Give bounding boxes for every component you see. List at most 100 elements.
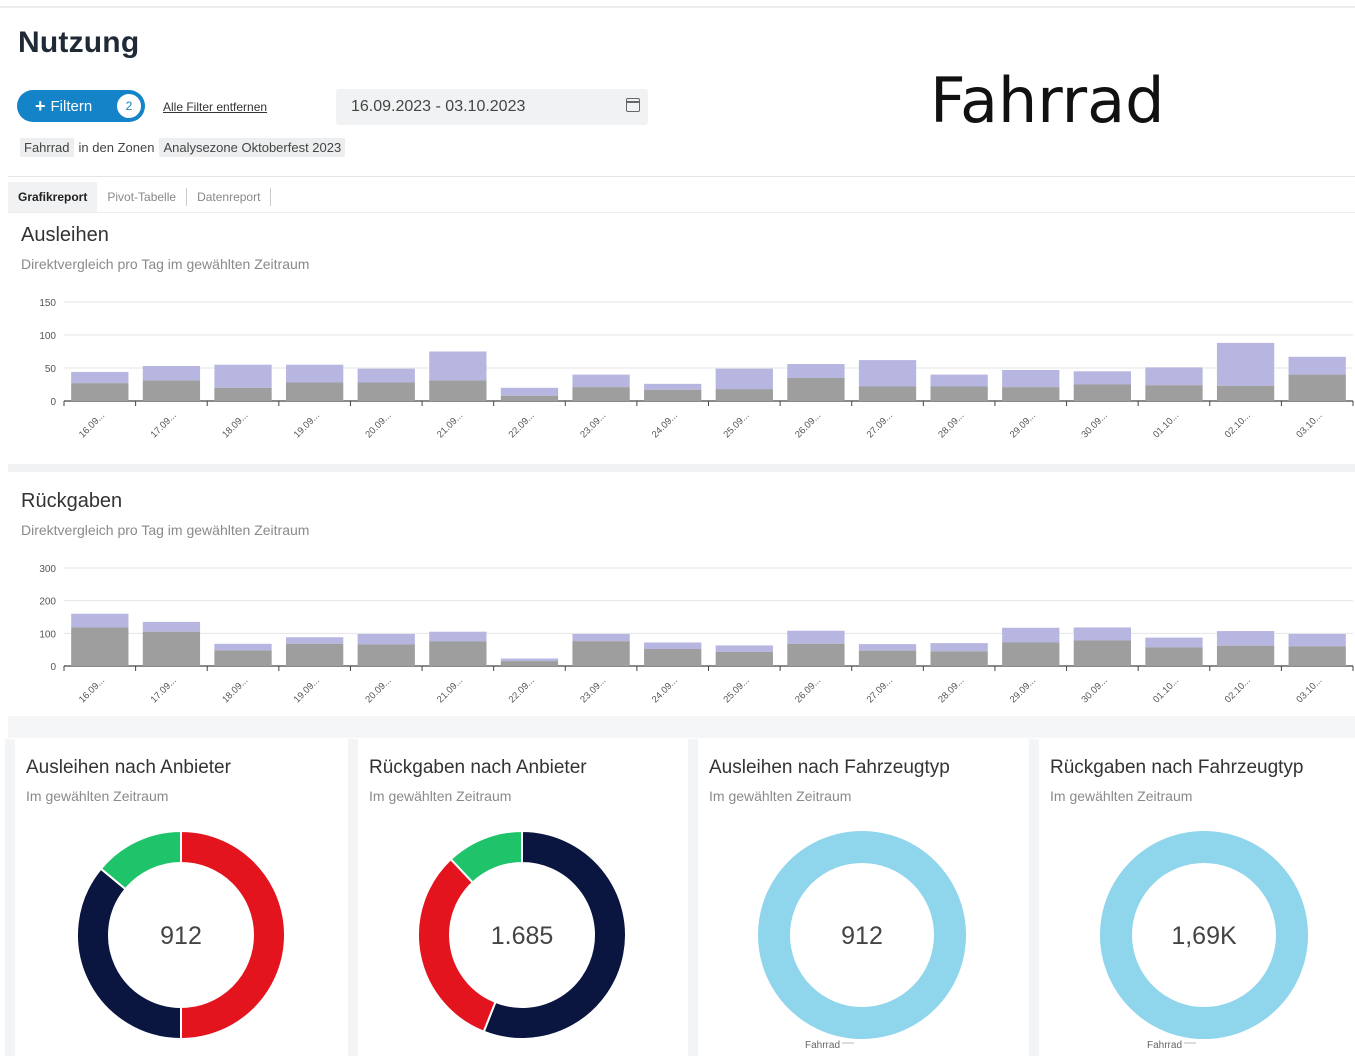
donut-slice-label: Fahrrad xyxy=(1147,1040,1182,1051)
y-tick-label: 100 xyxy=(39,629,56,640)
filter-chip-zone: Analysezone Oktoberfest 2023 xyxy=(159,138,346,157)
bar-segment-bottom xyxy=(71,383,129,401)
filter-button[interactable]: + Filtern 2 xyxy=(17,90,145,122)
y-tick-label: 0 xyxy=(50,662,56,673)
x-tick-label: 01.10... xyxy=(1151,675,1181,705)
bar-segment-bottom xyxy=(71,627,129,666)
bar-segment-bottom xyxy=(1288,374,1346,401)
bar-segment-bottom xyxy=(500,395,559,401)
filter-summary: Fahrrad in den Zonen Analysezone Oktober… xyxy=(20,138,346,157)
bar-segment-bottom xyxy=(787,643,845,666)
bar-segment-bottom xyxy=(787,377,845,401)
bar-segment-top xyxy=(1073,627,1132,641)
card-rentals-by-provider: Ausleihen nach Anbieter Im gewählten Zei… xyxy=(15,739,348,1056)
bar-segment-bottom xyxy=(644,389,702,401)
calendar-icon[interactable] xyxy=(625,98,640,112)
x-tick-label: 20.09... xyxy=(363,410,393,440)
bar-segment-top xyxy=(285,637,344,644)
bar-segment-top xyxy=(572,374,630,388)
x-tick-label: 17.09... xyxy=(149,675,179,705)
bar-segment-top xyxy=(71,371,129,384)
bar-segment-top xyxy=(930,374,988,387)
date-range-picker[interactable]: 16.09.2023 - 03.10.2023 xyxy=(336,89,648,125)
x-tick-label: 03.10... xyxy=(1294,675,1324,705)
bar-segment-bottom xyxy=(930,386,988,401)
bar-segment-bottom xyxy=(500,661,559,666)
card-gap xyxy=(348,739,358,1056)
x-tick-label: 21.09... xyxy=(435,410,465,440)
y-tick-label: 50 xyxy=(45,364,57,375)
x-tick-label: 20.09... xyxy=(363,675,393,705)
bar-segment-top xyxy=(1216,631,1275,646)
bar-segment-top xyxy=(858,360,917,387)
bar-segment-top xyxy=(1288,356,1346,375)
bar-segment-bottom xyxy=(285,382,344,401)
donut-center-value: 1.685 xyxy=(491,922,554,950)
returns-vehicle-donut: 1,69K Fahrrad xyxy=(1100,831,1308,1051)
bar-segment-top xyxy=(357,368,415,383)
y-tick-label: 100 xyxy=(39,331,56,342)
x-tick-label: 26.09... xyxy=(793,410,823,440)
bar-segment-top xyxy=(285,364,344,383)
x-tick-label: 30.09... xyxy=(1079,675,1109,705)
bar-segment-bottom xyxy=(1216,385,1275,401)
bar-segment-bottom xyxy=(429,641,487,666)
bar-segment-bottom xyxy=(1073,384,1132,401)
bar-segment-top xyxy=(787,364,845,378)
bar-segment-bottom xyxy=(1145,647,1203,666)
tab-grafikreport[interactable]: Grafikreport xyxy=(8,182,98,212)
x-tick-label: 28.09... xyxy=(936,675,966,705)
bar-segment-top xyxy=(429,351,487,381)
bar-segment-bottom xyxy=(214,387,272,401)
section-divider xyxy=(8,464,1355,472)
remove-filters-link[interactable]: Alle Filter entfernen xyxy=(163,100,267,114)
report-tabs: Grafikreport Pivot-Tabelle Datenreport xyxy=(8,182,272,212)
rentals-bar-chart: 0 50 100 150 16.09... 17.09... 18.09... 19.09..… xyxy=(39,298,1354,440)
bar-segment-top xyxy=(715,368,773,390)
bar-segment-bottom xyxy=(1002,642,1060,666)
x-tick-label: 29.09... xyxy=(1008,675,1038,705)
card-returns-by-vehicle-type: Rückgaben nach Fahrzeugtyp Im gewählten … xyxy=(1039,739,1355,1056)
x-tick-label: 19.09... xyxy=(292,410,322,440)
bar-segment-bottom xyxy=(1288,646,1346,666)
x-tick-label: 27.09... xyxy=(865,675,895,705)
rentals-panel: Ausleihen Direktvergleich pro Tag im gew… xyxy=(8,214,1355,464)
tab-datenreport[interactable]: Datenreport xyxy=(187,182,270,212)
bar-segment-top xyxy=(930,643,988,652)
bar-segment-top xyxy=(214,643,272,651)
donut-center-value: 912 xyxy=(160,922,202,950)
x-tick-label: 24.09... xyxy=(650,675,680,705)
x-tick-label: 18.09... xyxy=(220,675,250,705)
x-tick-label: 16.09... xyxy=(77,675,107,705)
tab-pivot-tabelle[interactable]: Pivot-Tabelle xyxy=(97,182,186,212)
bar-segment-top xyxy=(1002,627,1060,643)
bar-segment-bottom xyxy=(858,650,917,666)
bar-segment-top xyxy=(1216,342,1275,386)
bar-segment-bottom xyxy=(1002,387,1060,401)
donut-slice xyxy=(417,857,497,1033)
bar-segment-top xyxy=(357,633,415,645)
donut-center-value: 1,69K xyxy=(1171,922,1237,950)
x-tick-label: 19.09... xyxy=(292,675,322,705)
returns-panel: Rückgaben Direktvergleich pro Tag im gew… xyxy=(8,472,1355,716)
x-tick-label: 21.09... xyxy=(435,675,465,705)
bar-segment-top xyxy=(644,642,702,650)
top-border xyxy=(0,6,1355,8)
overlay-label: Fahrrad xyxy=(930,64,1165,137)
bar-segment-top xyxy=(1002,369,1060,388)
bar-segment-top xyxy=(500,387,559,396)
bar-segment-top xyxy=(858,644,917,651)
x-tick-label: 29.09... xyxy=(1008,410,1038,440)
donut-center-value: 912 xyxy=(841,922,883,950)
bar-segment-bottom xyxy=(930,651,988,666)
x-tick-label: 22.09... xyxy=(507,410,537,440)
bar-segment-bottom xyxy=(715,389,773,401)
y-tick-label: 300 xyxy=(39,564,56,575)
card-rentals-by-vehicle-type: Ausleihen nach Fahrzeugtyp Im gewählten … xyxy=(698,739,1031,1056)
filter-count-badge: 2 xyxy=(117,94,141,118)
bar-segment-bottom xyxy=(142,631,201,666)
card-gap xyxy=(688,739,698,1056)
bar-segment-top xyxy=(572,633,630,642)
filter-chip-connector: in den Zonen xyxy=(78,140,155,155)
rentals-vehicle-donut: 912 Fahrrad xyxy=(758,831,966,1051)
